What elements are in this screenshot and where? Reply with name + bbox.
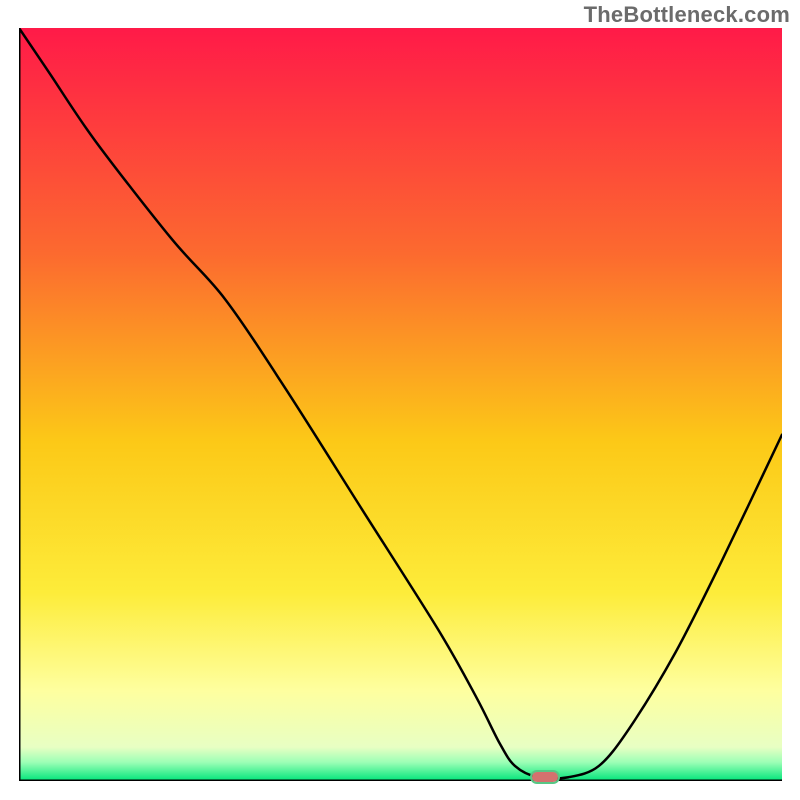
marker-fill — [532, 772, 558, 782]
optimal-point-marker — [530, 770, 560, 784]
chart-svg — [19, 28, 782, 781]
watermark-text: TheBottleneck.com — [584, 2, 790, 28]
chart-container: TheBottleneck.com — [0, 0, 800, 800]
plot-area — [19, 28, 782, 781]
